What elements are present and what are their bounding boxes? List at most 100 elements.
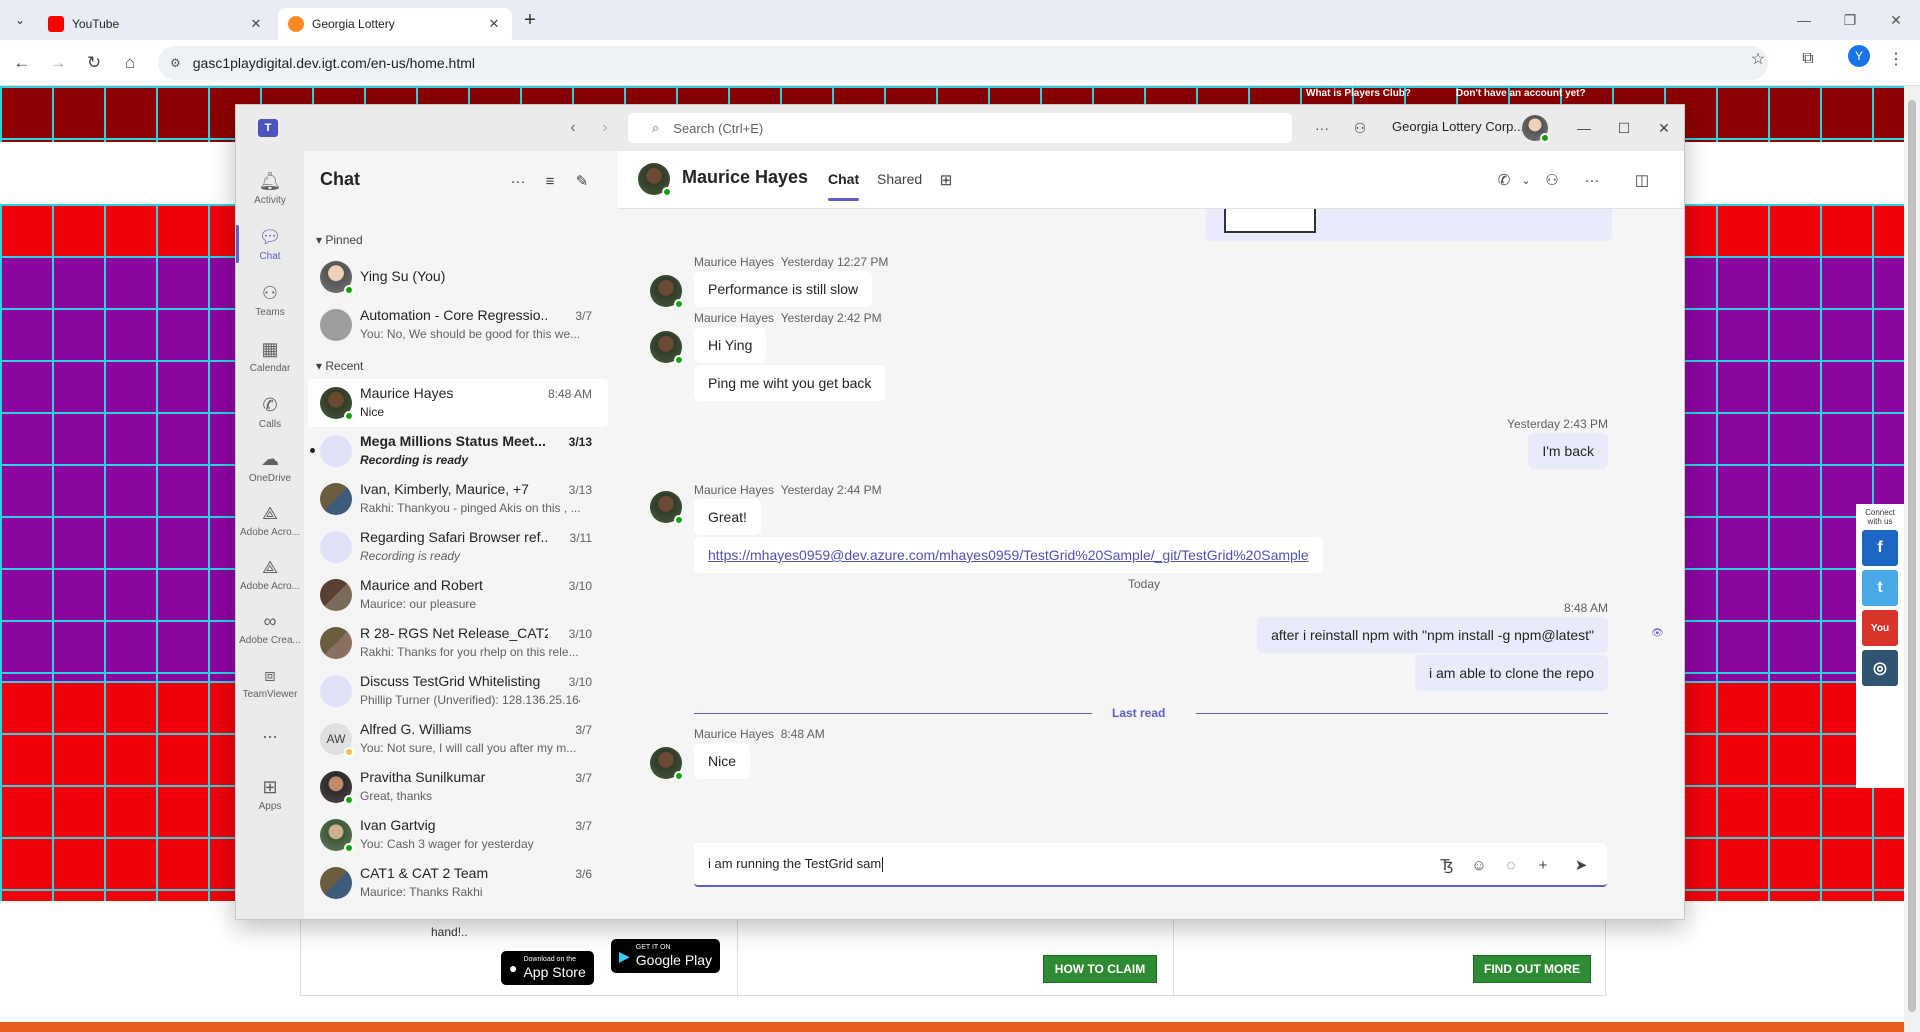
rail-adobe-creative[interactable]: ∞ Adobe Crea... <box>236 601 304 655</box>
org-switch-icon[interactable]: ⚇ <box>1348 117 1372 139</box>
address-bar[interactable]: ⚙ gasc1playdigital.dev.igt.com/en-us/hom… <box>158 46 1768 80</box>
chat-item-ivan-kimberly-group[interactable]: Ivan, Kimberly, Maurice, +7 3/13 Rakhi: … <box>308 475 608 523</box>
youtube-icon[interactable]: You <box>1862 610 1898 646</box>
filter-icon[interactable]: ≡ <box>538 169 562 193</box>
tab-search-chevron-icon[interactable]: ⌄ <box>8 8 32 32</box>
shared-image-card[interactable] <box>1206 209 1612 241</box>
chat-more-options-icon[interactable]: ··· <box>506 169 530 193</box>
teams-search-input[interactable]: ⌕ Search (Ctrl+E) <box>628 113 1292 143</box>
bookmark-star-icon[interactable]: ☆ <box>1744 45 1772 73</box>
instagram-icon[interactable]: ◎ <box>1862 650 1898 686</box>
composer-text[interactable]: i am running the TestGrid sam <box>708 856 884 873</box>
forward-button[interactable]: → <box>44 49 72 77</box>
page-scrollbar-thumb[interactable] <box>1908 100 1916 1012</box>
my-message-bubble[interactable]: I'm back <box>1528 433 1608 469</box>
chat-item-r28-rgs[interactable]: R 28- RGS Net Release_CAT2 3/10 Rakhi: T… <box>308 619 608 667</box>
rail-teams[interactable]: ⚇ Teams <box>236 273 304 327</box>
profile-avatar[interactable]: Y <box>1848 45 1870 67</box>
chat-item-maurice-robert[interactable]: Maurice and Robert 3/10 Maurice: our ple… <box>308 571 608 619</box>
close-tab-icon[interactable]: ✕ <box>486 16 502 32</box>
rail-teamviewer[interactable]: ⧈ TeamViewer <box>236 655 304 709</box>
rail-calendar[interactable]: ▦ Calendar <box>236 329 304 383</box>
my-message-bubble[interactable]: after i reinstall npm with "npm install … <box>1257 617 1608 653</box>
chat-item-maurice-hayes[interactable]: Maurice Hayes 8:48 AM Nice <box>308 379 608 427</box>
players-club-link[interactable]: What is Players Club? <box>1306 88 1411 99</box>
twitter-icon[interactable]: t <box>1862 570 1898 606</box>
org-name[interactable]: Georgia Lottery Corp... <box>1392 119 1524 134</box>
chat-item-pravitha[interactable]: Pravitha Sunilkumar 3/7 Great, thanks <box>308 763 608 811</box>
emoji-icon[interactable]: ☺ <box>1468 854 1490 876</box>
recent-section-label[interactable]: ▾ Recent <box>316 359 363 373</box>
message-bubble[interactable]: Ping me wiht you get back <box>694 365 886 401</box>
user-avatar[interactable] <box>1522 115 1550 143</box>
chat-item-ying-su[interactable]: Ying Su (You) <box>308 253 608 301</box>
tab-shared[interactable]: Shared <box>877 171 922 187</box>
contact-avatar[interactable] <box>638 163 672 197</box>
close-tab-icon[interactable]: ✕ <box>248 16 264 32</box>
rail-adobe-acrobat-2[interactable]: ⟁ Adobe Acro... <box>236 547 304 601</box>
close-window-button[interactable]: ✕ <box>1876 8 1916 32</box>
browser-menu-icon[interactable]: ⋮ <box>1882 45 1910 73</box>
message-composer[interactable]: i am running the TestGrid sam Ꜩ ☺ ◌ + ➤ <box>694 843 1607 887</box>
signup-link[interactable]: Don't have an account yet? <box>1456 88 1586 99</box>
back-button[interactable]: ← <box>8 49 36 77</box>
facebook-icon[interactable]: f <box>1862 530 1898 566</box>
chat-item-ivan-gartvig[interactable]: Ivan Gartvig 3/7 You: Cash 3 wager for y… <box>308 811 608 859</box>
new-chat-icon[interactable]: ✎ <box>570 169 594 193</box>
format-icon[interactable]: Ꜩ <box>1436 854 1458 876</box>
chat-item-alfred-williams[interactable]: AW Alfred G. Williams 3/7 You: Not sure,… <box>308 715 608 763</box>
message-bubble[interactable]: Hi Ying <box>694 327 767 363</box>
message-meta: Maurice Hayes Yesterday 2:44 PM <box>694 483 882 497</box>
rail-onedrive[interactable]: ☁ OneDrive <box>236 439 304 493</box>
teams-minimize-button[interactable]: — <box>1572 117 1596 139</box>
restore-window-button[interactable]: ❐ <box>1830 8 1870 32</box>
send-icon[interactable]: ➤ <box>1570 854 1592 876</box>
repo-link[interactable]: https://mhayes0959@dev.azure.com/mhayes0… <box>708 547 1309 563</box>
rail-activity[interactable]: 🔔︎ Activity <box>236 161 304 215</box>
open-side-panel-icon[interactable]: ◫ <box>1630 169 1654 191</box>
my-message-bubble[interactable]: i am able to clone the repo <box>1415 655 1608 691</box>
site-info-icon[interactable]: ⚙ <box>170 56 181 70</box>
reload-button[interactable]: ↻ <box>80 49 108 77</box>
tab-chat[interactable]: Chat <box>828 171 860 201</box>
message-bubble[interactable]: Nice <box>694 743 751 779</box>
chat-name: Mega Millions Status Meet... <box>360 433 546 449</box>
teams-maximize-button[interactable]: ☐ <box>1612 117 1636 139</box>
home-button[interactable]: ⌂ <box>116 49 144 77</box>
rail-more[interactable]: ... <box>236 707 304 761</box>
extensions-icon[interactable]: ⧉ <box>1794 45 1822 73</box>
chat-item-testgrid-whitelisting[interactable]: Discuss TestGrid Whitelisting 3/10 Phill… <box>308 667 608 715</box>
chat-item-mega-millions[interactable]: Mega Millions Status Meet... 3/13 Record… <box>308 427 608 475</box>
call-icon[interactable]: ✆ <box>1492 169 1516 191</box>
minimize-window-button[interactable]: — <box>1784 8 1824 32</box>
chat-item-automation-core[interactable]: Automation - Core Regressio... 3/7 You: … <box>308 301 608 349</box>
browser-tab-georgia-lottery[interactable]: Georgia Lottery ✕ <box>278 8 512 40</box>
message-bubble[interactable]: Performance is still slow <box>694 271 873 307</box>
teams-forward-icon[interactable]: › <box>594 117 616 139</box>
loop-icon[interactable]: ◌ <box>1500 854 1522 876</box>
pinned-section-label[interactable]: ▾ Pinned <box>316 233 363 247</box>
settings-more-icon[interactable]: ··· <box>1310 117 1334 139</box>
google-play-button[interactable]: ▶ GET IT ON Google Play <box>611 939 721 973</box>
add-tab-icon[interactable]: ⊞ <box>934 169 958 191</box>
how-to-claim-button[interactable]: HOW TO CLAIM <box>1043 955 1157 983</box>
message-link-bubble[interactable]: https://mhayes0959@dev.azure.com/mhayes0… <box>694 537 1323 573</box>
attach-plus-icon[interactable]: + <box>1532 854 1554 876</box>
rail-chat[interactable]: 💬︎ Chat <box>236 217 304 271</box>
browser-tab-youtube[interactable]: YouTube ✕ <box>38 8 274 40</box>
call-options-chevron-icon[interactable]: ⌄ <box>1514 169 1538 191</box>
rail-apps[interactable]: ⊞ Apps <box>236 767 304 821</box>
chat-item-cat1-cat2-team[interactable]: CAT1 & CAT 2 Team 3/6 Maurice: Thanks Ra… <box>308 859 608 907</box>
message-bubble[interactable]: Great! <box>694 499 761 535</box>
chat-item-safari-browser[interactable]: Regarding Safari Browser ref... 3/11 Rec… <box>308 523 608 571</box>
teams-close-button[interactable]: ✕ <box>1652 117 1676 139</box>
find-out-more-button[interactable]: FIND OUT MORE <box>1473 955 1591 983</box>
app-store-button[interactable]: ● Download on the App Store <box>501 951 594 985</box>
rail-label: Teams <box>255 306 285 318</box>
conversation-more-icon[interactable]: ··· <box>1580 169 1604 191</box>
rail-calls[interactable]: ✆ Calls <box>236 385 304 439</box>
teams-back-icon[interactable]: ‹ <box>562 117 584 139</box>
rail-adobe-acrobat-1[interactable]: ⟁ Adobe Acro... <box>236 493 304 547</box>
new-tab-button[interactable]: + <box>518 8 542 32</box>
add-people-icon[interactable]: ⚇ <box>1540 169 1564 191</box>
